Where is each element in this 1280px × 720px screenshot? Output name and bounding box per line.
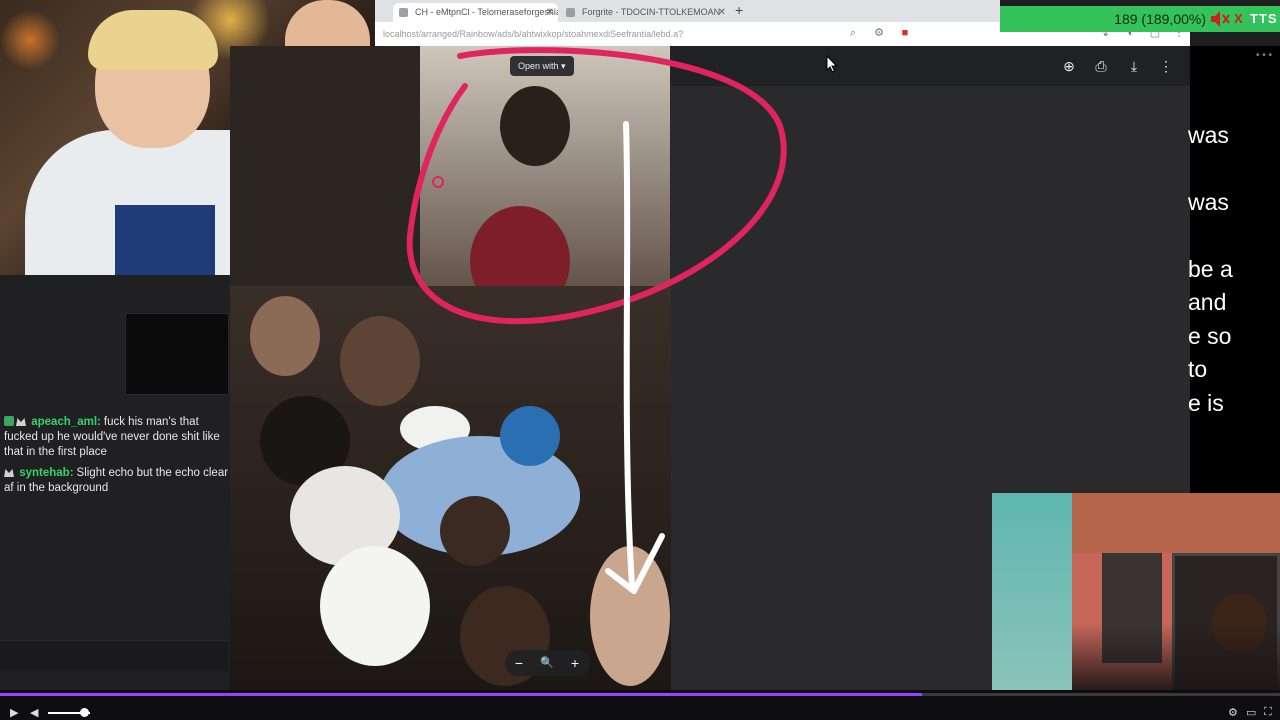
- caption-line: to: [1188, 356, 1208, 382]
- caption-line: e so: [1188, 323, 1232, 349]
- open-with-button[interactable]: Open with ▾: [510, 56, 574, 76]
- zoom-out-button[interactable]: −: [509, 653, 529, 673]
- caption-line: be a: [1188, 256, 1233, 282]
- chat-username[interactable]: syntehab:: [19, 467, 73, 479]
- crown-badge-icon: [16, 418, 26, 426]
- browser-tab-active[interactable]: CH - eMtpnCl - Telomeraseforgeshlaw ✕: [393, 3, 558, 22]
- guest-webcam: [992, 493, 1280, 695]
- streamer-hair: [88, 10, 218, 70]
- tab-favicon-icon: [566, 8, 575, 17]
- tab-title: Forgrite - TDOCIN-TTOLKEMOAN: [582, 7, 721, 17]
- panel-menu-icon[interactable]: • • •: [1256, 50, 1272, 61]
- pink-dot-annotation: [432, 176, 444, 188]
- extension-icon[interactable]: ■: [897, 25, 913, 41]
- chat-username[interactable]: apeach_aml:: [31, 416, 101, 428]
- pink-circle-annotation: [406, 47, 787, 325]
- volume-icon[interactable]: ◀: [30, 706, 38, 719]
- new-tab-button[interactable]: +: [735, 2, 743, 18]
- url-field[interactable]: localhost/arranged/Rainbow/ads/b/ahtwixk…: [383, 26, 823, 42]
- settings-icon[interactable]: ⚙: [1228, 706, 1238, 719]
- mouse-cursor-icon: [826, 55, 838, 73]
- play-button-icon[interactable]: ▶: [10, 706, 18, 719]
- tab-favicon-icon: [399, 8, 408, 17]
- tab-title: CH - eMtpnCl - Telomeraseforgeshlaw: [415, 7, 558, 17]
- tts-volume-readout: 189 (189,00%): [1114, 11, 1206, 27]
- zoom-page-icon[interactable]: ⌕: [845, 25, 861, 41]
- drawing-annotations: [406, 47, 787, 594]
- tts-volume-bar[interactable]: 189 (189,00%) X TTS: [1000, 6, 1280, 32]
- chat-input-area[interactable]: [0, 640, 228, 671]
- caption-line: and: [1188, 289, 1227, 315]
- tts-close-button[interactable]: X: [1234, 6, 1243, 32]
- shirt-print: [115, 205, 215, 275]
- caption-line: was: [1188, 189, 1229, 215]
- theatre-mode-icon[interactable]: ▭: [1246, 706, 1256, 719]
- chat-message: syntehab: Slight echo but the echo clear …: [4, 466, 232, 496]
- print-icon[interactable]: ⎙: [1091, 56, 1111, 76]
- zoom-controls: − 🔍 +: [505, 650, 590, 676]
- tab-close-icon[interactable]: ✕: [546, 3, 554, 22]
- settings-icon[interactable]: ⚙: [871, 25, 887, 41]
- browser-tab[interactable]: Forgrite - TDOCIN-TTOLKEMOAN ✕: [560, 3, 730, 22]
- open-with-label: Open with: [518, 61, 559, 71]
- seek-bar-progress: [0, 693, 922, 696]
- download-icon[interactable]: ⤓: [1124, 56, 1144, 76]
- fullscreen-icon[interactable]: ⛶: [1264, 706, 1272, 719]
- caption-line: e is: [1188, 390, 1224, 416]
- chat-panel: apeach_aml: fuck his man's that fucked up…: [0, 275, 232, 695]
- chat-message: apeach_aml: fuck his man's that fucked up…: [4, 415, 232, 460]
- white-arrow-annotation: [623, 121, 635, 589]
- browser-tab-strip: CH - eMtpnCl - Telomeraseforgeshlaw ✕ Fo…: [375, 0, 1000, 22]
- tab-close-icon[interactable]: ✕: [718, 3, 726, 22]
- mute-icon[interactable]: [1210, 10, 1230, 28]
- more-icon[interactable]: ⋮: [1156, 56, 1176, 76]
- white-arrowhead-annotation: [605, 533, 665, 594]
- caption-line: was: [1188, 122, 1229, 148]
- volume-slider-knob[interactable]: [79, 708, 89, 717]
- zoom-icon[interactable]: 🔍: [537, 653, 557, 673]
- subscriber-badge-icon: [4, 416, 14, 426]
- zoom-in-button[interactable]: +: [565, 653, 585, 673]
- add-to-drive-icon[interactable]: ⊕: [1059, 56, 1079, 76]
- crown-badge-icon: [4, 469, 14, 477]
- chat-embed-thumbnail: [125, 313, 229, 395]
- tts-label: TTS: [1250, 11, 1278, 26]
